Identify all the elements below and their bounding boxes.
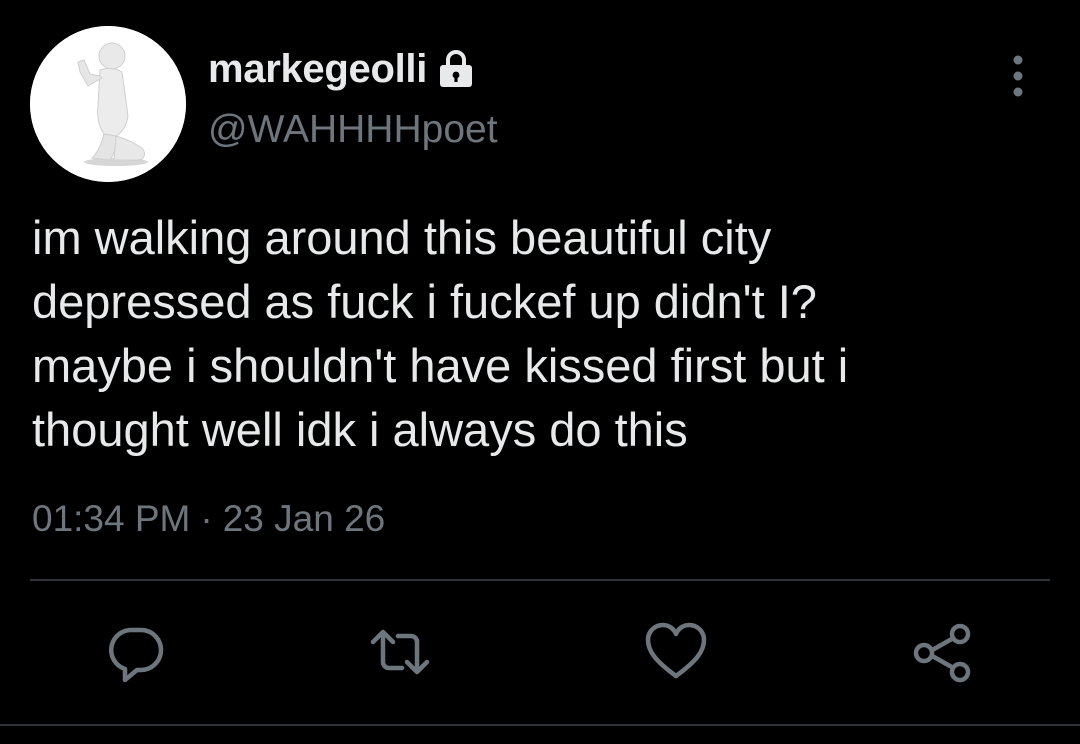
retweet-icon — [370, 629, 430, 675]
like-button[interactable] — [644, 620, 708, 684]
lock-icon — [437, 49, 475, 89]
tweet-text-line: im walking around this beautiful city — [32, 211, 772, 264]
tweet-text-line: depressed as fuck i fuckef up didn't I? — [32, 275, 817, 328]
heart-icon — [645, 622, 707, 679]
tweet-text-line: thought well idk i always do this — [32, 403, 688, 456]
more-vertical-icon — [1013, 55, 1023, 97]
user-handle[interactable]: @WAHHHHpoet — [208, 108, 498, 152]
tweet-time[interactable]: 01:34 PM — [32, 498, 190, 539]
retweet-button[interactable] — [368, 620, 432, 684]
display-name[interactable]: markegeolli — [208, 47, 427, 92]
divider — [0, 724, 1080, 726]
divider — [30, 579, 1050, 581]
tweet-date[interactable]: 23 Jan 26 — [223, 498, 386, 539]
share-icon — [913, 623, 971, 683]
tweet-text: im walking around this beautiful city de… — [32, 206, 1042, 462]
praying-figure-avatar-image — [30, 26, 186, 182]
avatar[interactable] — [30, 26, 186, 182]
display-name-row: markegeolli — [208, 46, 475, 92]
timestamp-separator: · — [200, 498, 213, 539]
reply-button[interactable] — [104, 620, 168, 684]
tweet-text-line: maybe i shouldn't have kissed first but … — [32, 339, 849, 392]
timestamp: 01:34 PM · 23 Jan 26 — [32, 498, 385, 540]
reply-icon — [109, 627, 164, 683]
more-options-button[interactable] — [996, 50, 1040, 102]
share-button[interactable] — [910, 620, 974, 684]
